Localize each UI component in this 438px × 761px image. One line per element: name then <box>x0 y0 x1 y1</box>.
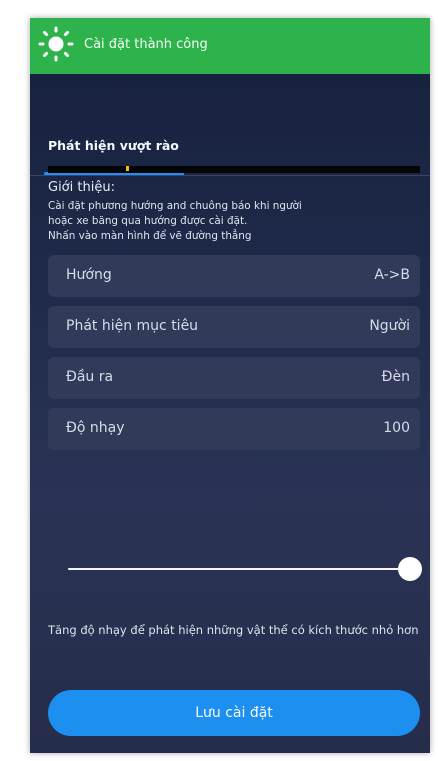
tab-divider <box>30 175 430 176</box>
intro-title: Giới thiệu: <box>48 180 115 195</box>
setting-sensitivity: Độ nhạy 100 <box>48 408 420 450</box>
setting-label: Phát hiện mục tiêu <box>66 318 199 334</box>
intro-line: Nhấn vào màn hình để vẽ đường thẳng <box>48 230 252 242</box>
drawing-canvas[interactable] <box>48 166 420 173</box>
setting-target-detection[interactable]: Phát hiện mục tiêu Người <box>48 306 420 348</box>
success-toast: Cài đặt thành công <box>30 18 430 74</box>
line-endpoint-marker <box>126 166 129 171</box>
app-screen: Cài đặt thành công Phát hiện vượt rào Gi… <box>30 18 430 753</box>
setting-value: Người <box>369 318 410 334</box>
tab-line-crossing[interactable]: Phát hiện vượt rào <box>48 138 179 153</box>
toast-message: Cài đặt thành công <box>84 37 208 52</box>
sensitivity-slider-track[interactable] <box>68 568 410 570</box>
sensitivity-value: 100 <box>383 420 410 436</box>
setting-label: Độ nhạy <box>66 420 125 436</box>
intro-line: hoặc xe băng qua hướng được cài đặt. <box>48 215 248 227</box>
sun-icon <box>38 26 74 62</box>
intro-line: Cài đặt phương hướng and chuông báo khi … <box>48 200 302 212</box>
sensitivity-slider-thumb[interactable] <box>398 557 422 581</box>
save-settings-button[interactable]: Lưu cài đặt <box>48 690 420 736</box>
setting-value: A->B <box>374 267 410 283</box>
setting-output[interactable]: Đầu ra Đèn <box>48 357 420 399</box>
setting-label: Hướng <box>66 267 112 283</box>
sensitivity-hint: Tăng độ nhạy để phát hiện những vật thể … <box>48 623 419 637</box>
intro-description: Cài đặt phương hướng and chuông báo khi … <box>48 199 418 244</box>
setting-value: Đèn <box>381 369 410 385</box>
setting-label: Đầu ra <box>66 369 114 385</box>
setting-direction[interactable]: Hướng A->B <box>48 255 420 297</box>
tab-bar: Phát hiện vượt rào <box>30 74 430 194</box>
